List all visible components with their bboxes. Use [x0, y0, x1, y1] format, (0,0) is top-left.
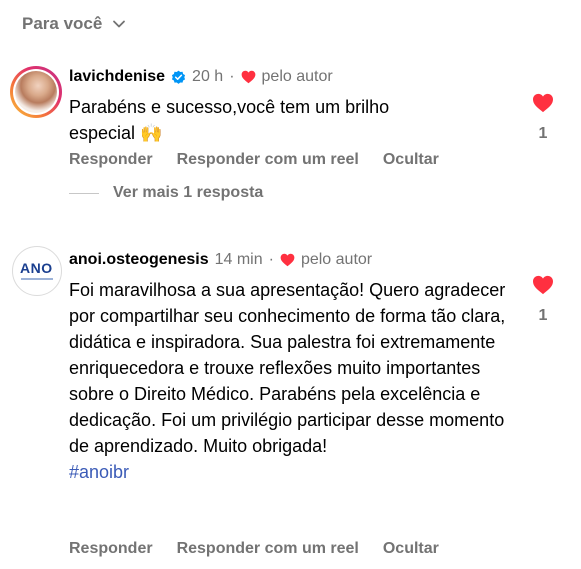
comment-meta: anoi.osteogenesis 14 min · pelo autor	[69, 251, 372, 269]
hide-button[interactable]: Ocultar	[383, 151, 439, 169]
view-more-replies[interactable]: Ver mais 1 resposta	[69, 184, 263, 202]
reply-button[interactable]: Responder	[69, 151, 153, 169]
avatar[interactable]	[10, 66, 62, 118]
like-count: 1	[538, 307, 548, 324]
username[interactable]: lavichdenise	[69, 68, 165, 86]
username[interactable]: anoi.osteogenesis	[69, 251, 209, 269]
separator-dot: ·	[268, 251, 274, 268]
comment-actions: Responder Responder com um reel Ocultar	[69, 540, 439, 558]
comment-time: 14 min	[214, 251, 263, 268]
profile-photo	[15, 71, 57, 113]
chevron-down-icon	[113, 20, 126, 28]
reply-button[interactable]: Responder	[69, 540, 153, 558]
comment-meta: lavichdenise 20 h · pelo autor	[69, 68, 333, 86]
comment-sort-label: Para você	[22, 14, 103, 33]
verified-badge-icon	[171, 70, 186, 84]
reply-with-reel-button[interactable]: Responder com um reel	[177, 540, 359, 558]
avatar[interactable]: ANO	[12, 246, 62, 296]
view-more-replies-label: Ver mais 1 resposta	[113, 184, 264, 201]
comment-sort-dropdown[interactable]: Para você	[22, 14, 126, 34]
comment-actions: Responder Responder com um reel Ocultar	[69, 151, 439, 169]
comment-text: Foi maravilhosa a sua apresentação! Quer…	[69, 280, 506, 456]
hashtag-link[interactable]: #anoibr	[69, 459, 519, 485]
heart-icon	[280, 253, 295, 267]
hide-button[interactable]: Ocultar	[383, 540, 439, 558]
liked-by-author-label: pelo autor	[300, 251, 373, 268]
like-count: 1	[538, 125, 548, 142]
comment-time: 20 h	[192, 68, 224, 85]
like-control: 1	[532, 275, 554, 325]
avatar-logo-underline	[21, 278, 53, 280]
liked-by-author-label: pelo autor	[261, 68, 333, 85]
divider-line	[69, 192, 99, 194]
like-heart-icon[interactable]	[532, 93, 554, 113]
like-heart-icon[interactable]	[532, 275, 554, 295]
avatar-logo-text: ANO	[20, 260, 53, 276]
like-control: 1	[532, 93, 554, 143]
reply-with-reel-button[interactable]: Responder com um reel	[177, 151, 359, 169]
heart-icon	[241, 70, 255, 84]
comment-body: Foi maravilhosa a sua apresentação! Quer…	[69, 277, 519, 485]
separator-dot: ·	[229, 68, 235, 85]
comment-text: Parabéns e sucesso,você tem um brilho es…	[69, 97, 390, 143]
